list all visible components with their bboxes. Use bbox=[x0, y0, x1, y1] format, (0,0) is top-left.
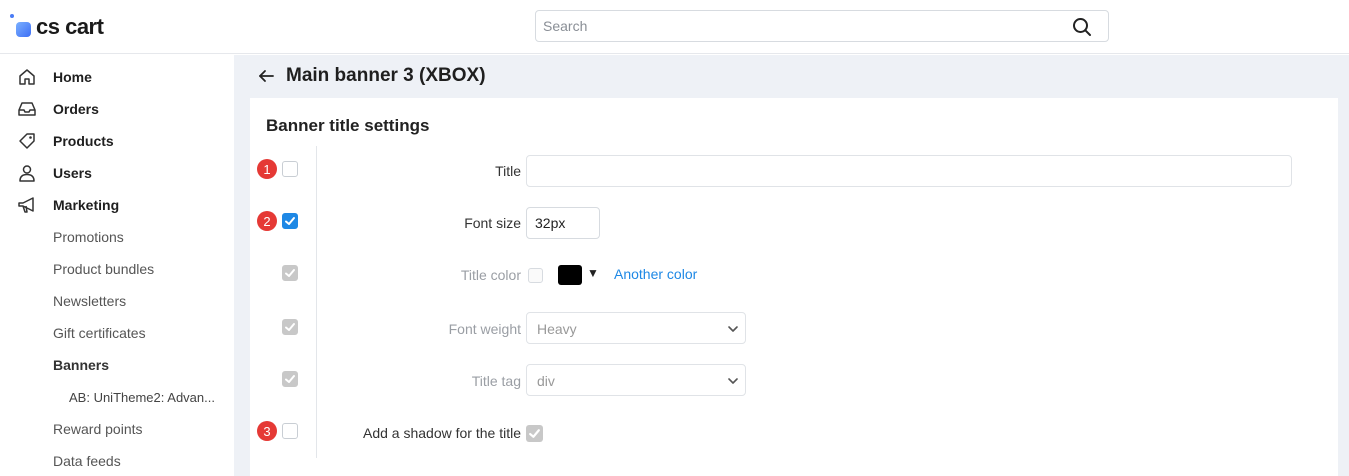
main-content: Main banner 3 (XBOX) Banner title settin… bbox=[234, 55, 1349, 476]
inbox-icon bbox=[18, 102, 36, 116]
title-override-checkbox[interactable] bbox=[282, 161, 298, 177]
check-icon bbox=[285, 375, 295, 383]
sidebar-subitem-reward-points[interactable]: Reward points bbox=[53, 413, 143, 445]
font-size-label: Font size bbox=[464, 215, 521, 231]
logo-mark-icon bbox=[10, 12, 40, 42]
color-swatch[interactable] bbox=[558, 265, 582, 285]
column-divider bbox=[316, 146, 317, 458]
font-weight-select[interactable]: Heavy bbox=[526, 312, 746, 344]
check-icon bbox=[285, 269, 295, 277]
title-color-override-checkbox[interactable] bbox=[282, 265, 298, 281]
step-badge: 3 bbox=[257, 421, 277, 441]
font-size-override-checkbox[interactable] bbox=[282, 213, 298, 229]
sidebar-subitem-unitheme-banners[interactable]: AB: UniTheme2: Advan... bbox=[69, 381, 215, 413]
cs-cart-logo[interactable]: cs cart bbox=[10, 12, 104, 42]
sidebar-item-marketing[interactable]: Marketing bbox=[0, 189, 234, 221]
title-tag-select[interactable]: div bbox=[526, 364, 746, 396]
sidebar-item-label: Products bbox=[53, 133, 114, 149]
logo-text: cs cart bbox=[36, 14, 104, 39]
megaphone-icon bbox=[18, 197, 34, 213]
check-icon bbox=[285, 323, 295, 331]
sidebar-item-label: Orders bbox=[53, 101, 99, 117]
title-label: Title bbox=[495, 163, 521, 179]
title-color-enable-checkbox[interactable] bbox=[528, 268, 543, 283]
back-arrow-icon[interactable] bbox=[257, 67, 275, 85]
sidebar-item-users[interactable]: Users bbox=[0, 157, 234, 189]
sidebar-item-home[interactable]: Home bbox=[0, 61, 234, 93]
top-header: cs cart bbox=[0, 0, 1349, 54]
font-weight-override-checkbox[interactable] bbox=[282, 319, 298, 335]
font-weight-value: Heavy bbox=[537, 321, 577, 337]
title-input[interactable] bbox=[526, 155, 1292, 187]
sidebar-item-label: Home bbox=[53, 69, 92, 85]
shadow-label: Add a shadow for the title bbox=[363, 425, 521, 441]
home-icon bbox=[19, 69, 35, 85]
another-color-link[interactable]: Another color bbox=[614, 266, 697, 282]
sidebar-subitem-product-bundles[interactable]: Product bundles bbox=[53, 253, 154, 285]
font-weight-label: Font weight bbox=[448, 321, 521, 337]
settings-panel: Banner title settings 1 Title 2 Font siz… bbox=[250, 98, 1338, 476]
sidebar-subitem-promotions[interactable]: Promotions bbox=[53, 221, 124, 253]
search-box[interactable] bbox=[535, 10, 1109, 42]
sidebar-item-label: Marketing bbox=[53, 197, 120, 213]
shadow-override-checkbox[interactable] bbox=[282, 423, 298, 439]
sidebar-subitem-data-feeds[interactable]: Data feeds bbox=[53, 445, 121, 476]
sidebar-subitem-banners[interactable]: Banners bbox=[53, 349, 109, 381]
title-tag-override-checkbox[interactable] bbox=[282, 371, 298, 387]
font-size-input[interactable] bbox=[526, 207, 600, 239]
sidebar-item-orders[interactable]: Orders bbox=[0, 93, 234, 125]
chevron-down-icon bbox=[728, 378, 738, 384]
tag-icon bbox=[19, 133, 35, 149]
section-title: Banner title settings bbox=[266, 116, 430, 135]
step-badge: 2 bbox=[257, 211, 277, 231]
title-tag-value: div bbox=[537, 373, 555, 389]
page-header: Main banner 3 (XBOX) bbox=[234, 55, 1349, 98]
sidebar-subitem-newsletters[interactable]: Newsletters bbox=[53, 285, 126, 317]
title-color-label: Title color bbox=[460, 267, 521, 283]
search-input[interactable] bbox=[536, 11, 1066, 41]
color-caret-icon[interactable]: ▼ bbox=[587, 266, 599, 280]
sidebar: Home Orders Products Users Marketing Pro… bbox=[0, 55, 234, 476]
chevron-down-icon bbox=[728, 326, 738, 332]
step-badge: 1 bbox=[257, 159, 277, 179]
sidebar-item-products[interactable]: Products bbox=[0, 125, 234, 157]
sidebar-item-label: Users bbox=[53, 165, 92, 181]
check-icon bbox=[285, 217, 295, 225]
sidebar-subitem-gift-certificates[interactable]: Gift certificates bbox=[53, 317, 146, 349]
user-icon bbox=[19, 165, 35, 182]
title-tag-label: Title tag bbox=[471, 373, 521, 389]
search-icon[interactable] bbox=[1072, 17, 1092, 37]
check-icon bbox=[529, 429, 540, 438]
shadow-checkbox[interactable] bbox=[526, 425, 543, 442]
page-title: Main banner 3 (XBOX) bbox=[286, 65, 486, 86]
